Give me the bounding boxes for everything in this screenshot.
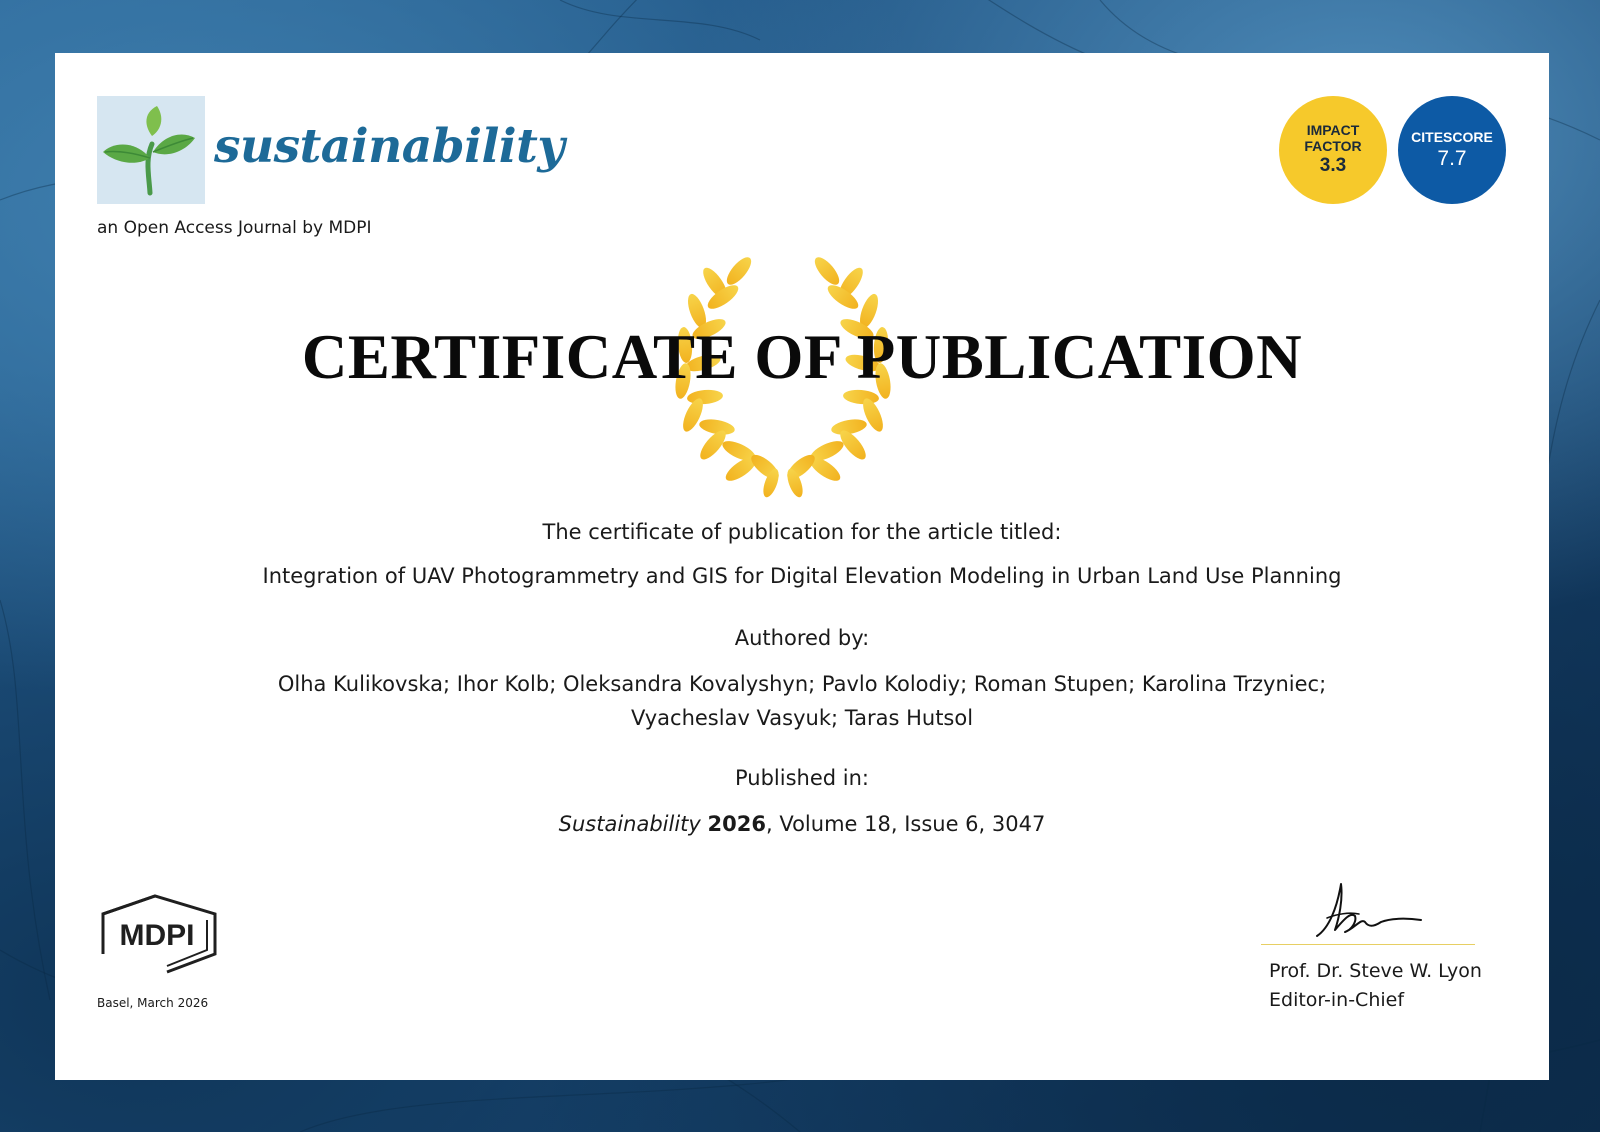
mdpi-logo-text: MDPI — [120, 919, 195, 952]
certificate-card: sustainability an Open Access Journal by… — [55, 53, 1549, 1080]
citescore-badge: CITESCORE 7.7 — [1398, 96, 1506, 204]
authored-by-label: Authored by: — [734, 626, 870, 650]
certificate-title: CERTIFICATE OF PUBLICATION — [301, 322, 1303, 392]
place-date: Basel, March 2026 — [97, 996, 209, 1010]
impact-factor-label: IMPACT FACTOR — [1304, 122, 1362, 154]
citation-year: 2026 — [707, 812, 766, 836]
handwritten-signature — [1316, 883, 1422, 937]
article-title: Integration of UAV Photogrammetry and GI… — [262, 564, 1342, 588]
impact-factor-badge: IMPACT FACTOR 3.3 — [1279, 96, 1387, 204]
journal-name: sustainability — [214, 119, 565, 174]
sprout-icon — [103, 106, 195, 196]
citescore-label: CITESCORE — [1411, 128, 1493, 145]
authors-line-2: Vyacheslav Vasyuk; Taras Hutsol — [630, 706, 974, 730]
signature-line — [1261, 944, 1475, 945]
citation-details: , Volume 18, Issue 6, 3047 — [766, 812, 1046, 836]
citation: Sustainability 2026, Volume 18, Issue 6,… — [55, 812, 1549, 836]
published-in-label: Published in: — [735, 766, 869, 790]
journal-subtitle: an Open Access Journal by MDPI — [97, 218, 372, 238]
editor-name: Prof. Dr. Steve W. Lyon — [1269, 960, 1482, 982]
citescore-value: 7.7 — [1437, 146, 1467, 170]
citation-journal: Sustainability — [558, 812, 701, 836]
editor-role: Editor-in-Chief — [1269, 989, 1405, 1011]
intro-text: The certificate of publication for the a… — [542, 520, 1062, 544]
journal-logo — [97, 96, 205, 204]
mdpi-logo: MDPI — [101, 894, 217, 974]
authors-line-1: Olha Kulikovska; Ihor Kolb; Oleksandra K… — [277, 672, 1327, 696]
impact-factor-value: 3.3 — [1319, 155, 1347, 176]
